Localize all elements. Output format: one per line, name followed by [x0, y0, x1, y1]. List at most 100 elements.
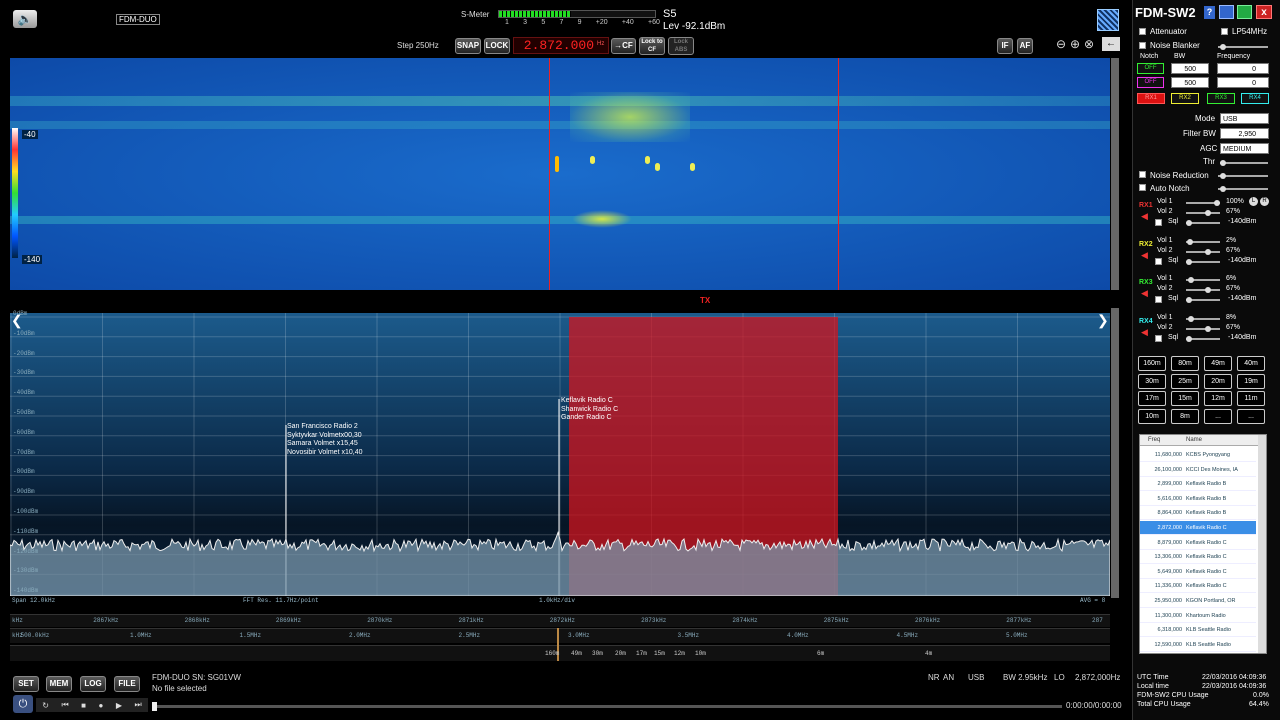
band-axis[interactable]: [10, 645, 1110, 661]
zoom-in-icon[interactable]: ⊕: [1070, 37, 1080, 51]
waterfall-scrollbar[interactable]: [1111, 58, 1119, 290]
memory-row[interactable]: 8,864,000 Keflavik Radio B: [1140, 506, 1256, 521]
log-button[interactable]: LOG: [80, 676, 106, 692]
spectrum-scrollbar[interactable]: [1111, 308, 1119, 598]
slider-knob[interactable]: [1187, 277, 1194, 283]
speaker-mute-icon[interactable]: ◀: [1141, 250, 1149, 259]
slider-knob[interactable]: [1188, 315, 1195, 322]
band-button[interactable]: 25m: [1171, 373, 1199, 389]
set-button[interactable]: SET: [13, 676, 39, 692]
speaker-mute-icon[interactable]: ◀: [1141, 289, 1149, 298]
agc-select[interactable]: MEDIUM: [1220, 143, 1269, 154]
memory-row[interactable]: 5,649,000 Keflavik Radio C: [1140, 565, 1256, 579]
zoom-fit-icon[interactable]: ⊗: [1084, 37, 1094, 51]
slider-knob[interactable]: [1186, 335, 1192, 342]
left-channel-button[interactable]: L: [1249, 197, 1258, 206]
slider-knob[interactable]: [1204, 248, 1211, 255]
filter-bw-field[interactable]: 2,950: [1220, 128, 1269, 139]
band-button[interactable]: 11m: [1237, 391, 1265, 406]
squelch-slider[interactable]: [1186, 297, 1220, 303]
panel-toggle-icon[interactable]: [1097, 9, 1119, 31]
zoom-out-icon[interactable]: ⊖: [1056, 37, 1066, 51]
spectrum[interactable]: [10, 313, 1110, 596]
notch2-bw[interactable]: 500: [1171, 77, 1209, 88]
auto-notch-slider[interactable]: [1218, 186, 1268, 192]
squelch-slider[interactable]: [1186, 258, 1220, 265]
slider-knob[interactable]: [1186, 258, 1192, 265]
close-icon[interactable]: x: [1256, 5, 1272, 19]
power-icon[interactable]: ⏻: [13, 695, 33, 713]
band-button[interactable]: 10m: [1138, 408, 1166, 424]
band-button[interactable]: 15m: [1171, 391, 1199, 406]
playback-controls[interactable]: ↻ ⏮ ■ ● ▶ ⏭: [36, 698, 148, 712]
volume-slider[interactable]: [1186, 238, 1220, 245]
scroll-right-icon[interactable]: ❯: [1097, 312, 1109, 329]
band-button[interactable]: 17m: [1138, 391, 1166, 406]
thr-slider[interactable]: [1220, 160, 1268, 166]
slider-knob[interactable]: [1186, 238, 1193, 245]
squelch-slider[interactable]: [1186, 220, 1220, 226]
slider-knob[interactable]: [1214, 200, 1220, 206]
back-arrow-icon[interactable]: ←: [1102, 37, 1120, 51]
record-icon[interactable]: ●: [99, 701, 104, 710]
squelch-checkbox[interactable]: [1155, 334, 1162, 342]
forward-icon[interactable]: ⏭: [135, 700, 142, 710]
volume-slider[interactable]: [1186, 315, 1220, 322]
rewind-icon[interactable]: ⏮: [61, 700, 68, 710]
band-button[interactable]: 40m: [1237, 356, 1265, 371]
memory-header-name[interactable]: Name: [1186, 437, 1202, 443]
band-button[interactable]: ...: [1237, 408, 1265, 424]
band-button[interactable]: 20m: [1204, 373, 1232, 389]
memory-row[interactable]: 13,306,000 Keflavik Radio C: [1140, 550, 1256, 565]
band-button[interactable]: 49m: [1204, 356, 1232, 371]
rx4-button[interactable]: RX4: [1241, 93, 1269, 104]
noise-blanker-checkbox[interactable]: [1139, 42, 1146, 49]
memory-row[interactable]: 6,318,000 KLB Seattle Radio: [1140, 623, 1256, 638]
maximize-icon[interactable]: [1237, 5, 1252, 19]
lock-to-cf-button[interactable]: Lock to CF: [639, 37, 665, 55]
band-button[interactable]: 30m: [1138, 373, 1166, 389]
waterfall[interactable]: [10, 58, 1110, 290]
notch2-toggle[interactable]: OFF: [1137, 77, 1164, 88]
slider-knob[interactable]: [1204, 287, 1211, 293]
band-button[interactable]: 19m: [1237, 373, 1265, 389]
right-channel-button[interactable]: R: [1260, 197, 1269, 206]
slider-knob[interactable]: [1186, 297, 1192, 303]
file-button[interactable]: FILE: [114, 676, 140, 692]
memory-row[interactable]: 11,300,000 Khartoum Radio: [1140, 609, 1256, 623]
noise-reduction-slider[interactable]: [1218, 173, 1268, 179]
memory-row[interactable]: 8,879,000 Keflavik Radio C: [1140, 536, 1256, 550]
memory-row[interactable]: 2,872,000 Keflavik Radio C: [1140, 521, 1256, 535]
if-button[interactable]: IF: [997, 38, 1013, 54]
frequency-display[interactable]: 2.872.000: [513, 37, 609, 54]
step-label[interactable]: Step 250Hz: [397, 41, 439, 50]
play-icon[interactable]: ▶: [116, 701, 122, 710]
rx3-button[interactable]: RX3: [1207, 93, 1235, 104]
speaker-mute-icon[interactable]: ◀: [1141, 212, 1149, 221]
to-cf-button[interactable]: →CF: [611, 38, 636, 54]
lock-abs-button[interactable]: Lock ABS: [668, 37, 694, 55]
notch1-toggle[interactable]: OFF: [1137, 63, 1164, 74]
speaker-mute-icon[interactable]: ◀: [1141, 327, 1149, 336]
memory-row[interactable]: 2,899,000 Keflavik Radio B: [1140, 477, 1256, 492]
memory-row[interactable]: 11,336,000 Keflavik Radio C: [1140, 579, 1256, 594]
squelch-checkbox[interactable]: [1155, 219, 1162, 226]
slider-knob[interactable]: [1186, 220, 1192, 226]
auto-notch-checkbox[interactable]: [1139, 184, 1146, 191]
minimize-icon[interactable]: [1219, 5, 1234, 19]
memory-row[interactable]: 11,680,000 KCBS Pyongyang: [1140, 448, 1256, 462]
noise-reduction-checkbox[interactable]: [1139, 171, 1146, 178]
volume-slider[interactable]: [1186, 248, 1220, 255]
slider-knob[interactable]: [1204, 325, 1211, 332]
band-button[interactable]: 160m: [1138, 356, 1166, 371]
noise-blanker-slider[interactable]: [1218, 44, 1268, 50]
lock-button[interactable]: LOCK: [484, 38, 510, 54]
volume-slider[interactable]: [1186, 287, 1220, 293]
mem-button[interactable]: MEM: [46, 676, 72, 692]
band-button[interactable]: 80m: [1171, 356, 1199, 371]
playback-progress[interactable]: [152, 702, 1062, 711]
squelch-checkbox[interactable]: [1155, 296, 1162, 303]
memory-row[interactable]: 26,100,000 KCCI Des Moines, IA: [1140, 463, 1256, 477]
slider-knob[interactable]: [1204, 210, 1211, 216]
help-icon[interactable]: ?: [1204, 6, 1215, 19]
